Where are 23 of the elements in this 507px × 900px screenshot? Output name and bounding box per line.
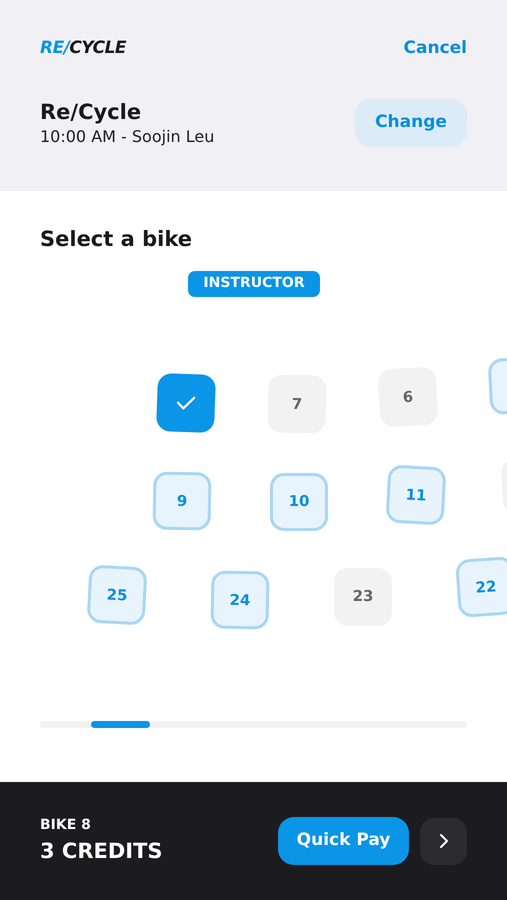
check-icon <box>176 394 196 411</box>
bike-seat[interactable]: 10 <box>270 472 328 530</box>
bike-seat: 7 <box>268 374 326 433</box>
class-title: Re/Cycle <box>40 99 142 126</box>
quick-pay-button[interactable]: Quick Pay <box>278 817 409 865</box>
bike-seat[interactable]: 22 <box>455 556 507 618</box>
bike-seat[interactable]: 11 <box>386 464 446 525</box>
section-title: Select a bike <box>40 226 193 253</box>
logo: RE/CYCLE <box>40 37 126 60</box>
class-time-instructor: 10:00 AM - Soojin Leu <box>40 126 214 148</box>
chevron-right-icon <box>438 833 448 849</box>
change-button[interactable]: Change <box>355 99 467 147</box>
cancel-button[interactable]: Cancel <box>404 36 467 62</box>
bike-seat: 23 <box>334 568 392 626</box>
credits-label: 3 CREDITS <box>40 838 163 865</box>
scroll-thumb[interactable] <box>91 720 150 728</box>
next-button[interactable] <box>420 818 467 864</box>
bike-seat[interactable]: 9 <box>152 471 212 530</box>
bike-seat[interactable]: 24 <box>210 570 270 629</box>
instructor-badge: INSTRUCTOR <box>188 270 320 296</box>
bike-label: BIKE 8 <box>40 816 92 835</box>
bike-seat[interactable]: 25 <box>86 564 148 625</box>
bike-seat: 6 <box>378 366 438 427</box>
